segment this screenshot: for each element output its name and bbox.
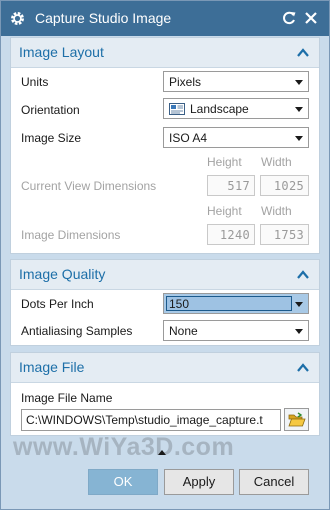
reset-icon[interactable]	[281, 10, 297, 26]
close-icon[interactable]	[303, 10, 319, 26]
units-dropdown[interactable]: Pixels	[163, 71, 309, 92]
image-layout-heading: Image Layout	[19, 44, 104, 60]
folder-open-icon	[288, 412, 306, 427]
image-width-value: 1753	[273, 228, 304, 242]
orientation-value: Landscape	[190, 102, 249, 116]
landscape-page-icon	[169, 103, 185, 115]
image-size-value: ISO A4	[169, 131, 208, 145]
image-quality-group: Image Quality Dots Per Inch 150 Antialia…	[10, 259, 320, 346]
units-value: Pixels	[169, 75, 202, 89]
image-file-name-input[interactable]: C:\WINDOWS\Temp\studio_image_capture.t	[21, 409, 281, 431]
image-quality-header[interactable]: Image Quality	[11, 260, 319, 290]
image-quality-heading: Image Quality	[19, 266, 106, 282]
title-bar: Capture Studio Image	[1, 1, 329, 36]
dots-per-inch-dropdown[interactable]: 150	[163, 293, 309, 314]
image-layout-header[interactable]: Image Layout	[11, 38, 319, 68]
image-file-name-label: Image File Name	[21, 391, 113, 405]
image-file-name-value: C:\WINDOWS\Temp\studio_image_capture.t	[26, 413, 263, 427]
image-height-value: 1240	[219, 228, 250, 242]
units-label: Units	[21, 75, 49, 89]
antialiasing-samples-label: Antialiasing Samples	[21, 324, 133, 338]
current-view-height-value: 517	[227, 179, 250, 193]
watermark: www.WiYa3D.com	[13, 433, 235, 461]
ok-button[interactable]: OK	[88, 469, 158, 495]
chevron-up-icon[interactable]	[297, 48, 309, 57]
chevron-down-icon	[295, 80, 303, 85]
image-width-field: 1753	[260, 224, 309, 245]
current-view-height-header: Height	[207, 155, 242, 169]
image-file-header[interactable]: Image File	[11, 353, 319, 383]
current-view-width-value: 1025	[273, 179, 304, 193]
image-dimensions-label: Image Dimensions	[21, 228, 121, 242]
apply-button[interactable]: Apply	[164, 469, 234, 495]
chevron-down-icon	[295, 136, 303, 141]
browse-button[interactable]	[284, 408, 309, 431]
image-layout-group: Image Layout Units Pixels Orientation La…	[10, 37, 320, 254]
dialog-title: Capture Studio Image	[35, 10, 172, 26]
current-view-height-field: 517	[207, 175, 255, 196]
chevron-down-icon	[295, 302, 303, 307]
chevron-down-icon	[295, 329, 303, 334]
orientation-dropdown[interactable]: Landscape	[163, 98, 309, 119]
chevron-up-icon[interactable]	[297, 270, 309, 279]
image-size-label: Image Size	[21, 131, 82, 145]
capture-studio-image-dialog: Capture Studio Image Image Layout Units …	[0, 0, 330, 510]
dots-per-inch-value: 150	[169, 297, 190, 311]
gear-icon	[11, 12, 24, 25]
image-height-field: 1240	[207, 224, 255, 245]
current-view-width-field: 1025	[260, 175, 309, 196]
current-view-width-header: Width	[261, 155, 292, 169]
chevron-up-icon[interactable]	[297, 363, 309, 372]
image-dimensions-width-header: Width	[261, 204, 292, 218]
dots-per-inch-label: Dots Per Inch	[21, 297, 94, 311]
image-file-group: Image File Image File Name C:\WINDOWS\Te…	[10, 352, 320, 436]
chevron-down-icon	[295, 107, 303, 112]
current-view-dimensions-label: Current View Dimensions	[21, 179, 157, 193]
orientation-label: Orientation	[21, 103, 80, 117]
image-dimensions-height-header: Height	[207, 204, 242, 218]
antialiasing-samples-dropdown[interactable]: None	[163, 320, 309, 341]
chevron-up-icon[interactable]	[158, 450, 166, 455]
image-file-heading: Image File	[19, 359, 85, 375]
cancel-button[interactable]: Cancel	[239, 469, 309, 495]
image-size-dropdown[interactable]: ISO A4	[163, 127, 309, 148]
antialiasing-samples-value: None	[169, 324, 198, 338]
